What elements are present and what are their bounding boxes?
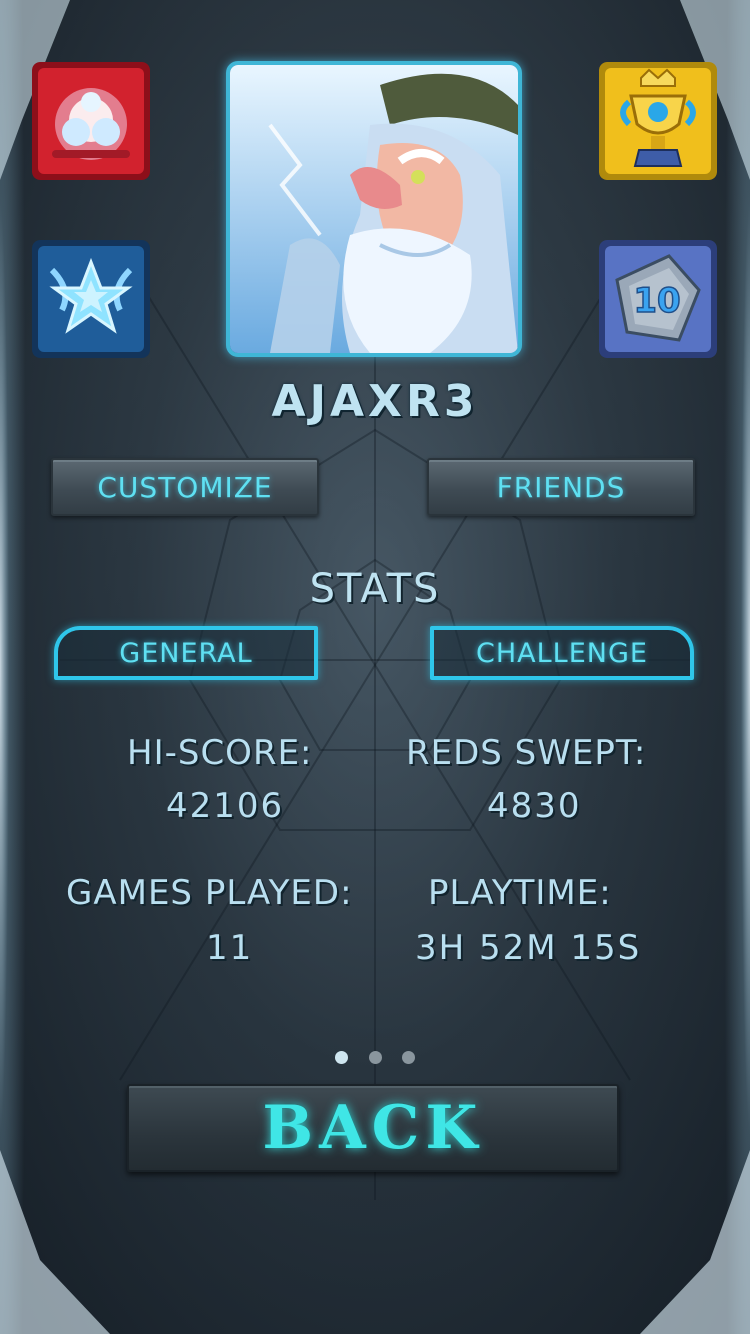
tab-challenge[interactable]: CHALLENGE [430,626,694,680]
page-dot[interactable] [402,1051,415,1064]
hi-score-label: HI-SCORE: [127,733,313,773]
friends-button[interactable]: FRIENDS [427,458,695,516]
star-badge-icon[interactable] [32,240,150,358]
stats-title: STATS [309,566,441,612]
svg-text:10: 10 [633,281,680,321]
page-indicator [335,1051,415,1065]
explosion-badge-icon[interactable] [32,62,150,180]
games-played-label: GAMES PLAYED: [66,873,353,913]
username: AJAXR3 [271,376,479,427]
reds-swept-value: 4830 [487,786,582,826]
games-played-value: 11 [206,928,254,968]
back-button[interactable]: BACK [127,1084,619,1172]
level-10-badge-icon[interactable]: 10 [599,240,717,358]
playtime-value: 3H 52M 15S [415,928,642,968]
avatar[interactable] [226,61,522,357]
page-dot[interactable] [335,1051,348,1064]
playtime-label: PLAYTIME: [428,873,612,913]
reds-swept-label: REDS SWEPT: [406,733,647,773]
tab-general[interactable]: GENERAL [54,626,318,680]
trophy-badge-icon[interactable] [599,62,717,180]
page-dot[interactable] [368,1051,382,1064]
hi-score-value: 42106 [166,786,285,826]
customize-button[interactable]: CUSTOMIZE [51,458,319,516]
